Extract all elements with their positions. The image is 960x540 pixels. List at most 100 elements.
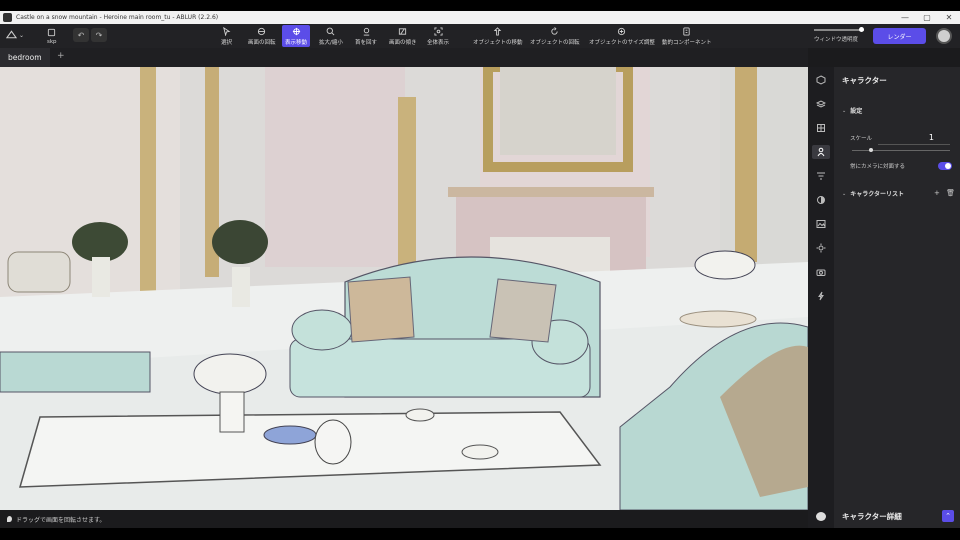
tool-dynamic-component[interactable]: 動的コンポーネント bbox=[659, 25, 715, 47]
chevron-down-icon: ⌄ bbox=[842, 107, 847, 114]
tilt-icon bbox=[399, 27, 407, 35]
tool-label: 画面の傾き bbox=[389, 39, 417, 46]
tool-zoom[interactable]: 拡大/縮小 bbox=[316, 25, 346, 47]
scale-slider-knob[interactable] bbox=[869, 148, 873, 152]
window-titlebar: Castle on a snow mountain - Heroine main… bbox=[0, 11, 960, 24]
side-table bbox=[679, 310, 757, 328]
character-list-actions: + 🗑 bbox=[934, 189, 955, 197]
transparency-slider-knob[interactable] bbox=[859, 27, 864, 32]
minimize-button[interactable]: — bbox=[894, 13, 916, 22]
tool-label: 全体表示 bbox=[427, 39, 450, 46]
maximize-button[interactable]: ▢ bbox=[916, 13, 938, 22]
layers-icon[interactable] bbox=[816, 99, 826, 109]
tool-tilt[interactable]: 画面の傾き bbox=[386, 25, 420, 47]
tool-label: オブジェクトのサイズ調整 bbox=[589, 39, 655, 46]
tool-label: 選択 bbox=[221, 39, 233, 46]
fit-view-icon bbox=[433, 26, 443, 36]
tool-cursor[interactable]: 選択 bbox=[218, 25, 235, 47]
flower-vase bbox=[219, 391, 245, 433]
sun-icon[interactable] bbox=[816, 243, 826, 253]
rotate-object-icon bbox=[551, 26, 558, 35]
close-button[interactable]: ✕ bbox=[938, 13, 960, 22]
look-around-icon bbox=[363, 27, 369, 36]
mirror-glass bbox=[500, 67, 616, 155]
model-panel-icon[interactable] bbox=[816, 75, 826, 85]
scale-label: スケール bbox=[850, 136, 873, 142]
tool-label: オブジェクトの移動 bbox=[473, 39, 523, 46]
scene-render bbox=[0, 67, 808, 510]
tab-bedroom[interactable]: bedroom bbox=[0, 48, 50, 67]
mantel bbox=[448, 187, 654, 197]
gold-pilaster bbox=[735, 67, 757, 262]
cushion bbox=[347, 276, 415, 343]
screen-bottom-strip bbox=[0, 528, 960, 540]
cursor-icon bbox=[223, 26, 231, 36]
file-icon bbox=[48, 28, 56, 36]
user-avatar[interactable] bbox=[936, 28, 952, 44]
scene-tab-bar: bedroom + bbox=[0, 48, 808, 67]
chat-icon[interactable] bbox=[816, 512, 826, 521]
tool-move-object[interactable]: オブジェクトの移動 bbox=[470, 25, 526, 47]
tool-label: 首を回す bbox=[355, 39, 378, 46]
trash-icon[interactable]: 🗑 bbox=[946, 189, 955, 197]
gold-pilaster bbox=[140, 67, 156, 297]
settings-label: 設定 bbox=[850, 108, 863, 115]
potted-plant bbox=[212, 220, 268, 264]
teacup bbox=[461, 444, 499, 460]
settings-section-header[interactable]: ⌄ 設定 bbox=[842, 106, 863, 116]
character-detail-label: キャラクター詳細 bbox=[842, 512, 902, 521]
plant-pot bbox=[232, 267, 250, 307]
image-icon[interactable] bbox=[816, 219, 826, 229]
undo-button[interactable]: ↶ bbox=[73, 28, 89, 42]
skp-file-button[interactable]: skp bbox=[44, 25, 60, 47]
add-character-button[interactable]: + bbox=[934, 189, 940, 197]
tool-look-around[interactable]: 首を回す bbox=[352, 25, 380, 47]
character-icon bbox=[817, 147, 825, 157]
face-camera-toggle[interactable] bbox=[938, 162, 952, 170]
character-list-section-header[interactable]: ⌄ キャラクターリスト bbox=[842, 189, 904, 199]
expand-detail-button[interactable]: ⌃ bbox=[942, 510, 954, 522]
tool-label: 拡大/縮小 bbox=[319, 39, 343, 46]
tool-fit-view[interactable]: 全体表示 bbox=[424, 25, 452, 47]
chaise bbox=[7, 251, 71, 293]
tool-label: オブジェクトの回転 bbox=[530, 39, 580, 46]
render-button[interactable]: レンダー bbox=[873, 28, 926, 44]
effects-icon[interactable] bbox=[816, 291, 826, 301]
location-pin-icon bbox=[7, 516, 12, 522]
tool-orbit[interactable]: 画面の回転 bbox=[245, 25, 279, 47]
panel-title: キャラクター bbox=[842, 76, 887, 85]
app-icon bbox=[3, 13, 12, 22]
tool-scale-object[interactable]: オブジェクトのサイズ調整 bbox=[586, 25, 658, 47]
transparency-slider[interactable] bbox=[814, 27, 864, 32]
filter-icon[interactable] bbox=[816, 171, 826, 181]
chevron-down-icon: ⌄ bbox=[842, 190, 847, 197]
3d-viewport[interactable] bbox=[0, 67, 808, 510]
lighting-icon[interactable] bbox=[816, 195, 826, 205]
plant-pot bbox=[92, 257, 110, 297]
status-hint: ドラッグで画面を回転させます。 bbox=[16, 516, 106, 524]
pan-icon bbox=[292, 27, 300, 35]
face-camera-label: 常にカメラに対面する bbox=[850, 164, 906, 170]
add-tab-button[interactable]: + bbox=[57, 51, 65, 61]
camera-icon[interactable] bbox=[816, 267, 826, 277]
redo-icon: ↷ bbox=[95, 30, 103, 40]
tool-rotate-object[interactable]: オブジェクトの回転 bbox=[527, 25, 583, 47]
scale-slider[interactable] bbox=[852, 150, 950, 151]
tool-pan[interactable]: 表示移動 bbox=[282, 25, 311, 47]
scale-input[interactable]: 1 bbox=[878, 133, 950, 145]
pink-wall-panel bbox=[265, 67, 405, 267]
window-title: Castle on a snow mountain - Heroine main… bbox=[16, 14, 219, 21]
tool-label: 表示移動 bbox=[285, 39, 308, 46]
potted-plant bbox=[72, 222, 128, 262]
app-menu-button[interactable]: ⌄ bbox=[6, 29, 24, 41]
double-chevron-up-icon: ⌃ bbox=[945, 512, 951, 520]
cushion bbox=[489, 278, 557, 343]
plate-of-bread bbox=[263, 425, 317, 445]
zoom-icon bbox=[327, 27, 335, 35]
material-icon[interactable] bbox=[816, 123, 826, 133]
redo-button[interactable]: ↷ bbox=[91, 28, 107, 42]
panel-icon-bar bbox=[808, 67, 834, 528]
tool-label: 画面の回転 bbox=[248, 39, 276, 46]
window-transparency-control[interactable]: ウィンドウ透明度 bbox=[814, 27, 864, 43]
app-logo-icon bbox=[6, 30, 17, 39]
